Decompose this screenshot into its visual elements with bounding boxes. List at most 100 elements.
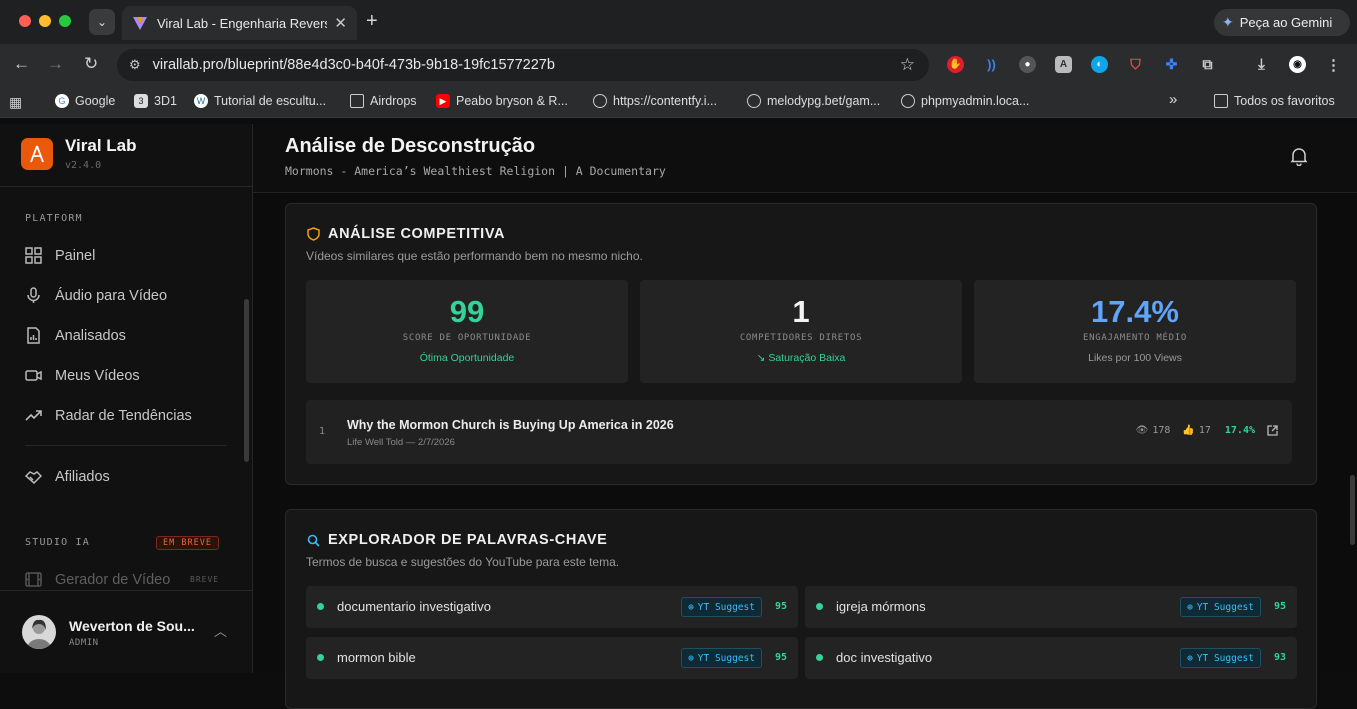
eye-icon: 👁 [1135, 425, 1149, 436]
sidebar-item-gerador-de-video: Gerador de Vídeo [25, 571, 170, 588]
site-settings-icon[interactable]: ⚙ [129, 57, 141, 73]
card-title: ANÁLISE COMPETITIVA [328, 226, 506, 242]
extension-translate-icon[interactable]: ✜ [1163, 56, 1180, 73]
keyword-term: igreja mórmons [836, 599, 926, 614]
viral-lab-logo [21, 138, 53, 170]
menu-kebab-icon[interactable]: ⋮ [1325, 56, 1342, 74]
keyword-item[interactable]: igreja mórmons ⊕ YT Suggest 95 [805, 586, 1297, 628]
reload-icon[interactable]: ↻ [84, 54, 98, 74]
address-bar[interactable]: ⚙ virallab.pro/blueprint/88e4d3c0-b40f-4… [117, 49, 929, 81]
page-header: Análise de Desconstrução Mormons - Ameri… [253, 124, 1357, 193]
sidebar-scrollbar[interactable] [244, 299, 249, 462]
tab-search-button[interactable]: ⌄ [89, 9, 115, 35]
sidebar-item-label: Analisados [55, 327, 126, 344]
extension-record-icon[interactable]: ● [1019, 56, 1036, 73]
apps-grid-icon[interactable]: ▦ [9, 94, 22, 111]
sidebar-item-radar-de-tendencias[interactable]: Radar de Tendências [25, 407, 192, 424]
close-icon[interactable]: ✕ [334, 14, 347, 32]
globe-icon: ⊕ [688, 601, 694, 613]
all-bookmarks-folder[interactable]: Todos os favoritos [1214, 94, 1335, 108]
stat-note: Ótima Oportunidade [419, 352, 515, 364]
sidebar-item-afiliados[interactable]: Afiliados [25, 468, 110, 485]
profile-avatar-icon[interactable]: ◉ [1289, 56, 1306, 73]
likes-stat: 👍 17 [1182, 425, 1211, 436]
external-link-icon[interactable] [1267, 425, 1278, 436]
extension-wifi-icon[interactable]: )) [983, 56, 1000, 73]
minimize-window-button[interactable] [39, 15, 51, 27]
sidebar-item-audio-para-video[interactable]: Áudio para Vídeo [25, 287, 167, 304]
extension-shield-icon[interactable]: ⛉ [1127, 56, 1144, 73]
status-dot [816, 603, 823, 610]
bookmark-item[interactable]: ▶ Peabo bryson & R... [436, 94, 568, 108]
google-icon: G [55, 94, 69, 108]
more-bookmarks-button[interactable]: » [1169, 91, 1177, 108]
browser-tab-bar: ⌄ Viral Lab - Engenharia Reversa ✕ + ✦ P… [0, 0, 1357, 44]
stat-value: 1 [792, 294, 810, 329]
sidebar-item-label: Radar de Tendências [55, 407, 192, 424]
download-icon[interactable]: ⤓ [1253, 56, 1270, 73]
bookmark-item[interactable]: G Google [55, 94, 115, 108]
sidebar-item-analisados[interactable]: Analisados [25, 327, 126, 344]
bookmark-item[interactable]: https://contentfy.i... [593, 94, 717, 108]
thumbs-up-icon: 👍 [1182, 425, 1195, 436]
extensions-puzzle-icon[interactable]: ⧉ [1199, 56, 1216, 73]
mic-icon [27, 287, 40, 303]
keyword-score: 95 [1273, 601, 1286, 612]
keyword-source-badge: ⊕ YT Suggest [681, 648, 762, 668]
stat-label: ENGAJAMENTO MÉDIO [1082, 333, 1187, 343]
gemini-sparkle-icon: ✦ [1222, 14, 1234, 30]
extension-file-icon[interactable]: A [1055, 56, 1072, 73]
trending-down-icon: ↘ [756, 352, 769, 364]
bell-icon[interactable] [1289, 146, 1309, 166]
close-window-button[interactable] [19, 15, 31, 27]
globe-icon: ⊕ [688, 652, 694, 664]
breve-badge: BREVE [190, 575, 220, 584]
globe-icon [901, 94, 915, 108]
forward-arrow-icon[interactable]: → [47, 54, 64, 74]
tab-title: Viral Lab - Engenharia Reversa [157, 15, 327, 31]
maximize-window-button[interactable] [59, 15, 71, 27]
sidebar-item-meus-videos[interactable]: Meus Vídeos [25, 367, 140, 384]
gemini-button[interactable]: ✦ Peça ao Gemini [1214, 9, 1350, 36]
engagement-stat: 17.4% [1224, 425, 1255, 436]
bookmark-item[interactable]: W Tutorial de escultu... [194, 94, 326, 108]
logo-a-icon [30, 145, 44, 163]
browser-toolbar: ← → ↻ ⚙ virallab.pro/blueprint/88e4d3c0-… [0, 44, 1357, 86]
bookmark-item[interactable]: phpmyadmin.loca... [901, 94, 1029, 108]
keyword-source-badge: ⊕ YT Suggest [1180, 648, 1261, 668]
sidebar-item-painel[interactable]: Painel [25, 247, 95, 264]
stat-value: 99 [449, 294, 485, 329]
globe-icon [747, 94, 761, 108]
chevron-down-icon: ⌄ [96, 15, 108, 29]
keyword-item[interactable]: documentario investigativo ⊕ YT Suggest 9… [306, 586, 798, 628]
film-icon [25, 572, 42, 587]
competitor-title: Why the Mormon Church is Buying Up Ameri… [347, 418, 674, 432]
views-stat: 👁 178 [1135, 425, 1171, 436]
competitor-row[interactable]: 1 Why the Mormon Church is Buying Up Ame… [306, 400, 1292, 464]
keyword-score: 95 [774, 601, 787, 612]
url-text[interactable]: virallab.pro/blueprint/88e4d3c0-b40f-473… [153, 57, 555, 73]
bookmark-folder[interactable]: Airdrops [350, 94, 417, 108]
new-tab-button[interactable]: + [366, 10, 378, 33]
user-profile[interactable]: Weverton de Sou... ADMIN ︿ [0, 590, 252, 673]
bookmark-star-icon[interactable]: ☆ [900, 55, 915, 75]
section-label-studio-ia: STUDIO IA [25, 537, 90, 548]
globe-icon: ⊕ [1187, 601, 1193, 613]
status-dot [317, 654, 324, 661]
card-description: Termos de busca e sugestões do YouTube p… [306, 555, 620, 569]
stat-average-engagement: 17.4% ENGAJAMENTO MÉDIO Likes por 100 Vi… [974, 280, 1296, 383]
stat-value: 17.4% [1091, 294, 1179, 329]
globe-icon [593, 94, 607, 108]
browser-tab-active[interactable]: Viral Lab - Engenharia Reversa ✕ [122, 6, 357, 40]
status-dot [816, 654, 823, 661]
back-arrow-icon[interactable]: ← [13, 54, 30, 74]
bookmark-item[interactable]: 3 3D1 [134, 94, 177, 108]
extension-adblock-icon[interactable]: ✋ [947, 56, 964, 73]
competitor-index: 1 [319, 426, 326, 437]
page-scrollbar[interactable] [1350, 475, 1355, 545]
keyword-explorer-card: EXPLORADOR DE PALAVRAS-CHAVE Termos de b… [285, 509, 1317, 709]
bookmark-item[interactable]: melodypg.bet/gam... [747, 94, 880, 108]
extension-color-icon[interactable]: ◐ [1091, 56, 1108, 73]
chevron-up-icon[interactable]: ︿ [214, 621, 227, 640]
sidebar-item-label: Afiliados [55, 468, 110, 485]
